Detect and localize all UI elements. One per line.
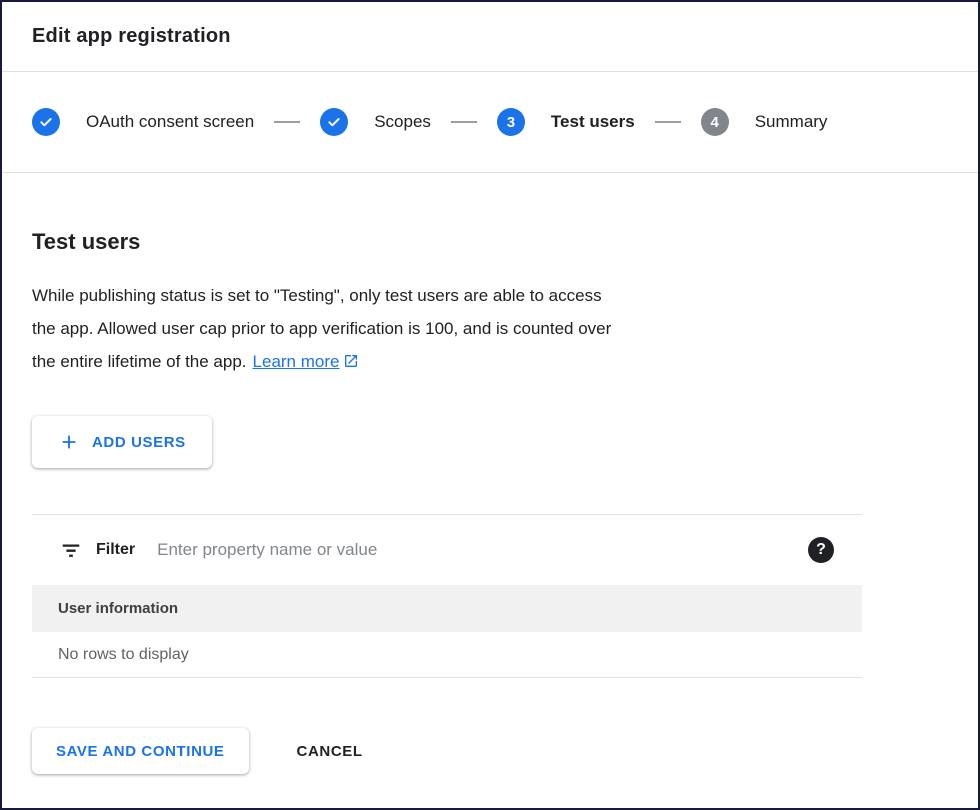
step-number-badge: 3 — [497, 108, 525, 136]
empty-message: No rows to display — [58, 646, 189, 664]
step-label: OAuth consent screen — [86, 112, 254, 132]
test-users-table: Filter ? User information No rows to dis… — [32, 514, 862, 678]
learn-more-link[interactable]: Learn more — [253, 352, 360, 371]
step-connector — [451, 121, 477, 123]
column-header-user-information: User information — [58, 600, 178, 617]
table-column-header: User information — [32, 585, 862, 632]
help-icon[interactable]: ? — [808, 537, 834, 563]
description-line: the entire lifetime of the app. Learn mor… — [32, 345, 862, 378]
save-and-continue-button[interactable]: SAVE AND CONTINUE — [32, 728, 249, 774]
description: While publishing status is set to "Testi… — [32, 279, 862, 378]
step-test-users[interactable]: 3 Test users — [497, 108, 635, 136]
step-number-badge: 4 — [701, 108, 729, 136]
filter-button[interactable]: Filter — [60, 539, 135, 561]
step-summary[interactable]: 4 Summary — [701, 108, 828, 136]
step-label: Test users — [551, 112, 635, 132]
plus-icon — [58, 431, 80, 453]
step-label: Scopes — [374, 112, 431, 132]
add-users-button[interactable]: ADD USERS — [32, 416, 212, 468]
filter-bar: Filter ? — [32, 515, 862, 585]
footer-actions: SAVE AND CONTINUE CANCEL — [32, 728, 862, 774]
step-connector — [274, 121, 300, 123]
open-in-new-icon — [343, 353, 359, 369]
section-heading: Test users — [32, 229, 862, 255]
filter-list-icon — [60, 539, 82, 561]
description-line: While publishing status is set to "Testi… — [32, 279, 862, 312]
description-line: the app. Allowed user cap prior to app v… — [32, 312, 862, 345]
step-label: Summary — [755, 112, 828, 132]
step-connector — [655, 121, 681, 123]
filter-input[interactable] — [157, 540, 808, 560]
learn-more-label: Learn more — [253, 352, 340, 371]
step-complete-check-icon — [32, 108, 60, 136]
description-line-text: the entire lifetime of the app. — [32, 352, 247, 371]
filter-label: Filter — [96, 541, 135, 559]
page-title: Edit app registration — [32, 25, 231, 48]
main-content: Test users While publishing status is se… — [2, 229, 978, 774]
page-header: Edit app registration — [2, 2, 978, 72]
step-complete-check-icon — [320, 108, 348, 136]
add-users-label: ADD USERS — [92, 434, 186, 451]
cancel-button[interactable]: CANCEL — [289, 728, 371, 774]
wizard-stepper: OAuth consent screen Scopes 3 Test users… — [2, 72, 978, 173]
step-scopes[interactable]: Scopes — [320, 108, 431, 136]
table-empty-state: No rows to display — [32, 632, 862, 678]
step-oauth-consent-screen[interactable]: OAuth consent screen — [32, 108, 254, 136]
